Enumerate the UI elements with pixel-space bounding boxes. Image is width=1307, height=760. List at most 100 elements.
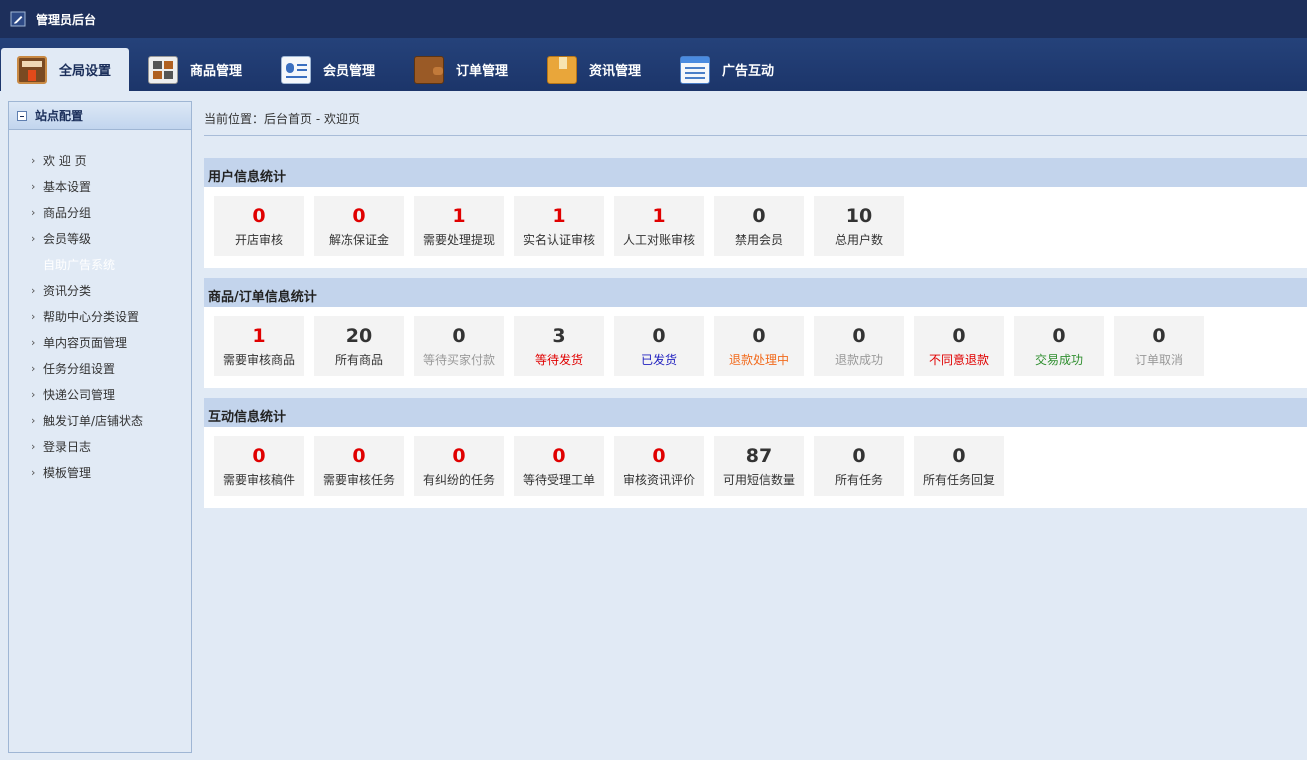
- grid-icon: [148, 55, 178, 84]
- tab-order-management[interactable]: 订单管理: [414, 48, 534, 91]
- stat-card[interactable]: 0 已发货: [614, 316, 704, 376]
- stat-card[interactable]: 0 审核资讯评价: [614, 436, 704, 496]
- stat-label: 订单取消: [1134, 352, 1183, 367]
- sidebar-item-login-log[interactable]: › 登录日志: [9, 433, 191, 459]
- sidebar-item-welcome[interactable]: › 欢 迎 页: [9, 147, 191, 173]
- stat-card[interactable]: 1 需要审核商品: [214, 316, 304, 376]
- stats-cards: 1 需要审核商品 20 所有商品 0 等待买家付款 3 等待发货 0 已发货 0 退款处理中 0 退款成功…: [204, 307, 1307, 388]
- stat-card[interactable]: 0 交易成功: [1014, 316, 1104, 376]
- stats-cards: 0 需要审核稿件 0 需要审核任务 0 有纠纷的任务 0 等待受理工单 0 审核资讯评价 87 可用短…: [204, 427, 1307, 508]
- stat-card[interactable]: 0 所有任务: [814, 436, 904, 496]
- stat-card[interactable]: 0 等待买家付款: [414, 316, 504, 376]
- sidebar-item-news-categories[interactable]: › 资讯分类: [9, 277, 191, 303]
- stat-value: 0: [352, 444, 366, 467]
- stat-value: 0: [552, 444, 566, 467]
- stat-card[interactable]: 20 所有商品: [314, 316, 404, 376]
- chevron-right-icon: ›: [31, 283, 36, 297]
- stat-value: 0: [752, 204, 766, 227]
- sidebar-item-label: 基本设置: [43, 179, 92, 194]
- stat-label: 所有任务: [834, 472, 883, 487]
- sidebar-header-label: 站点配置: [35, 109, 84, 123]
- sidebar-item-courier-companies[interactable]: › 快递公司管理: [9, 381, 191, 407]
- sidebar-header[interactable]: 站点配置: [9, 102, 191, 130]
- stat-label: 开店审核: [234, 232, 283, 247]
- sidebar-item-label: 帮助中心分类设置: [43, 309, 140, 324]
- stat-card[interactable]: 0 禁用会员: [714, 196, 804, 256]
- tab-news-management[interactable]: 资讯管理: [547, 48, 667, 91]
- sidebar-item-label: 登录日志: [43, 439, 92, 454]
- stat-value: 0: [652, 324, 666, 347]
- stat-label: 人工对账审核: [622, 232, 695, 247]
- stat-card[interactable]: 0 解冻保证金: [314, 196, 404, 256]
- section-title: 用户信息统计: [204, 158, 1307, 187]
- sidebar-item-label: 商品分组: [43, 205, 92, 220]
- sidebar-item-product-groups[interactable]: › 商品分组: [9, 199, 191, 225]
- stat-card[interactable]: 0 不同意退款: [914, 316, 1004, 376]
- tab-global-settings[interactable]: 全局设置: [1, 48, 129, 91]
- stat-label: 退款成功: [834, 352, 883, 367]
- chevron-right-icon: ›: [31, 231, 36, 245]
- stat-value: 0: [852, 324, 866, 347]
- stat-value: 1: [552, 204, 566, 227]
- stat-card[interactable]: 10 总用户数: [814, 196, 904, 256]
- stat-label: 实名认证审核: [522, 232, 595, 247]
- stat-label: 等待发货: [534, 352, 583, 367]
- stat-card[interactable]: 0 有纠纷的任务: [414, 436, 504, 496]
- collapse-icon[interactable]: [17, 110, 27, 121]
- stat-label: 退款处理中: [728, 352, 789, 367]
- sidebar-item-help-categories[interactable]: › 帮助中心分类设置: [9, 303, 191, 329]
- stat-card[interactable]: 0 所有任务回复: [914, 436, 1004, 496]
- chevron-right-icon: ›: [31, 439, 36, 453]
- stat-card[interactable]: 0 需要审核稿件: [214, 436, 304, 496]
- stat-value: 3: [552, 324, 566, 347]
- stat-label: 审核资讯评价: [622, 472, 695, 487]
- stat-label: 已发货: [640, 352, 677, 367]
- stat-value: 1: [652, 204, 666, 227]
- window-icon: [17, 55, 47, 84]
- stat-value: 0: [952, 324, 966, 347]
- stat-label: 等待受理工单: [522, 472, 595, 487]
- main-nav: 全局设置 商品管理 会员管理 订单管理 资讯管理 广告互动: [0, 38, 1307, 91]
- stat-value: 0: [452, 444, 466, 467]
- stat-card[interactable]: 3 等待发货: [514, 316, 604, 376]
- stat-card[interactable]: 0 需要审核任务: [314, 436, 404, 496]
- stat-card[interactable]: 0 开店审核: [214, 196, 304, 256]
- order-stats-section: 商品/订单信息统计 1 需要审核商品 20 所有商品 0 等待买家付款 3 等待发货 0 已发货 0…: [204, 278, 1307, 388]
- sidebar-item-label: 欢 迎 页: [43, 153, 87, 168]
- sidebar-item-label: 自助广告系统: [43, 257, 116, 272]
- sidebar-item-self-service-ads[interactable]: 自助广告系统: [9, 251, 191, 277]
- tab-member-management[interactable]: 会员管理: [281, 48, 401, 91]
- sidebar-item-templates[interactable]: › 模板管理: [9, 459, 191, 485]
- stat-card[interactable]: 1 需要处理提现: [414, 196, 504, 256]
- sidebar-item-basic-settings[interactable]: › 基本设置: [9, 173, 191, 199]
- member-card-icon: [281, 55, 311, 84]
- sidebar-item-label: 模板管理: [43, 465, 92, 480]
- sidebar-item-task-groups[interactable]: › 任务分组设置: [9, 355, 191, 381]
- sidebar-item-label: 单内容页面管理: [43, 335, 128, 350]
- stat-value: 0: [252, 204, 266, 227]
- tab-product-management[interactable]: 商品管理: [148, 48, 268, 91]
- sidebar-item-member-levels[interactable]: › 会员等级: [9, 225, 191, 251]
- stat-card[interactable]: 0 退款成功: [814, 316, 904, 376]
- stat-card[interactable]: 87 可用短信数量: [714, 436, 804, 496]
- stat-value: 0: [252, 444, 266, 467]
- stat-label: 需要审核稿件: [222, 472, 295, 487]
- stat-card[interactable]: 1 实名认证审核: [514, 196, 604, 256]
- stat-label: 禁用会员: [734, 232, 783, 247]
- stat-card[interactable]: 0 等待受理工单: [514, 436, 604, 496]
- sidebar-item-single-pages[interactable]: › 单内容页面管理: [9, 329, 191, 355]
- stat-card[interactable]: 0 订单取消: [1114, 316, 1204, 376]
- stat-value: 20: [345, 324, 373, 347]
- stat-value: 0: [852, 444, 866, 467]
- stat-card[interactable]: 0 退款处理中: [714, 316, 804, 376]
- stat-label: 总用户数: [834, 232, 883, 247]
- stat-card[interactable]: 1 人工对账审核: [614, 196, 704, 256]
- tab-ad-interaction[interactable]: 广告互动: [680, 48, 800, 91]
- stat-value: 0: [352, 204, 366, 227]
- chevron-right-icon: ›: [31, 413, 36, 427]
- sidebar-item-trigger-status[interactable]: › 触发订单/店铺状态: [9, 407, 191, 433]
- stat-label: 所有商品: [334, 352, 383, 367]
- chevron-right-icon: ›: [31, 205, 36, 219]
- user-stats-section: 用户信息统计 0 开店审核 0 解冻保证金 1 需要处理提现 1 实名认证审核 1 人工对账审核 0…: [204, 158, 1307, 268]
- tab-label: 商品管理: [190, 64, 243, 79]
